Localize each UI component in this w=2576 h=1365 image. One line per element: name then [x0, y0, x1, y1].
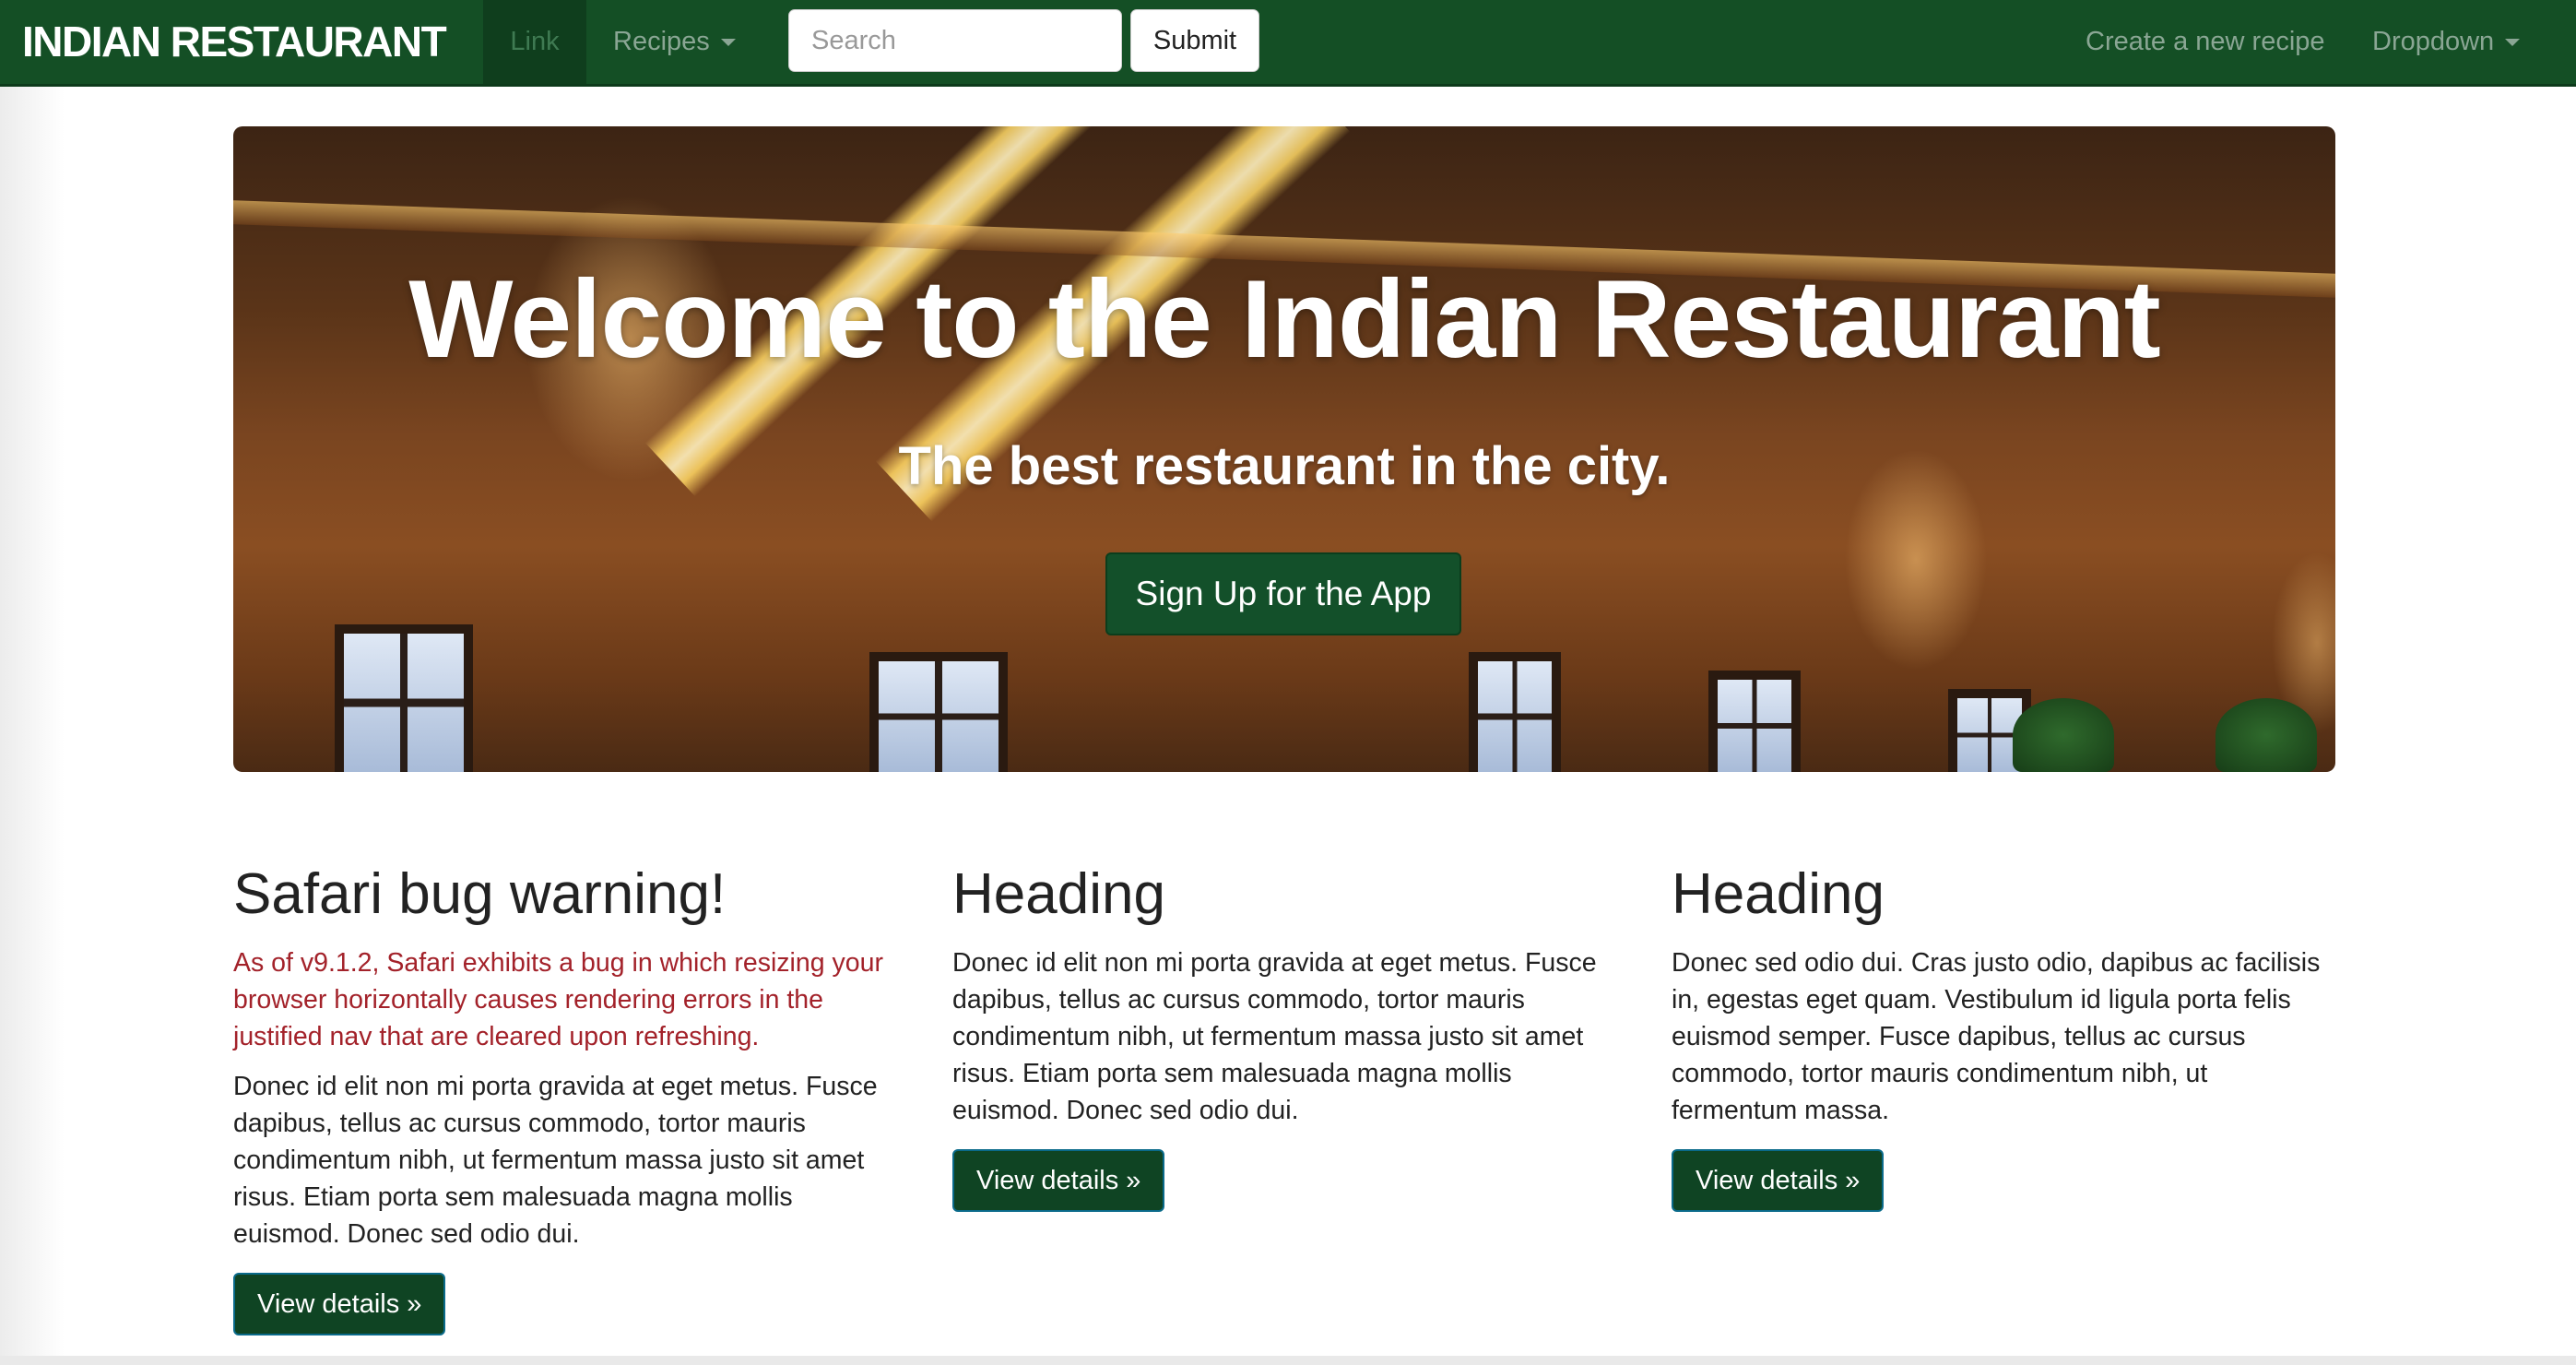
hero-plant-decoration [2216, 698, 2317, 772]
submit-button[interactable]: Submit [1130, 9, 1259, 72]
column-body: Donec sed odio dui. Cras justo odio, dap… [1672, 948, 2321, 1125]
column-safari-warning: Safari bug warning! As of v9.1.2, Safari… [233, 858, 888, 1335]
view-details-button[interactable]: View details » [952, 1149, 1165, 1212]
recipes-dropdown-label: Recipes [613, 27, 710, 56]
caret-down-icon [2505, 39, 2521, 47]
dropdown-menu-label: Dropdown [2372, 27, 2495, 56]
hero-window-decoration [335, 624, 473, 772]
column-body: Donec id elit non mi porta gravida at eg… [952, 948, 1597, 1125]
view-details-button[interactable]: View details » [233, 1273, 446, 1335]
nav-link[interactable]: Link [483, 0, 586, 84]
hero-window-decoration [1708, 671, 1801, 772]
column-heading: Heading [952, 862, 1165, 926]
hero-window-decoration [1469, 652, 1561, 772]
caret-down-icon [720, 39, 736, 47]
hero-window-decoration [869, 652, 1008, 772]
column-heading: Heading [1672, 862, 1885, 926]
view-details-button[interactable]: View details » [1672, 1149, 1885, 1212]
warning-text: As of v9.1.2, Safari exhibits a bug in w… [233, 948, 883, 1051]
hero-plant-decoration [2013, 698, 2114, 772]
hero-title: Welcome to the Indian Restaurant [408, 257, 2160, 381]
column-heading-2: Heading Donec id elit non mi porta gravi… [952, 858, 1607, 1212]
hero-jumbotron: Welcome to the Indian Restaurant The bes… [233, 126, 2335, 772]
search-input[interactable] [788, 9, 1122, 72]
dropdown-menu[interactable]: Dropdown [2372, 0, 2521, 84]
column-heading-3: Heading Donec sed odio dui. Cras justo o… [1672, 858, 2326, 1212]
brand-logo[interactable]: INDIAN RESTAURANT [22, 0, 447, 84]
column-heading: Safari bug warning! [233, 862, 727, 926]
create-recipe-link[interactable]: Create a new recipe [2086, 0, 2325, 84]
page-bottom-edge [0, 1356, 2576, 1365]
page-background [0, 87, 65, 1365]
recipes-dropdown[interactable]: Recipes [613, 0, 736, 84]
column-body: Donec id elit non mi porta gravida at eg… [233, 1072, 878, 1249]
sign-up-button[interactable]: Sign Up for the App [1105, 552, 1461, 635]
top-navbar: INDIAN RESTAURANT Link Recipes Submit Cr… [0, 0, 2576, 87]
hero-subtitle: The best restaurant in the city. [898, 436, 1671, 496]
